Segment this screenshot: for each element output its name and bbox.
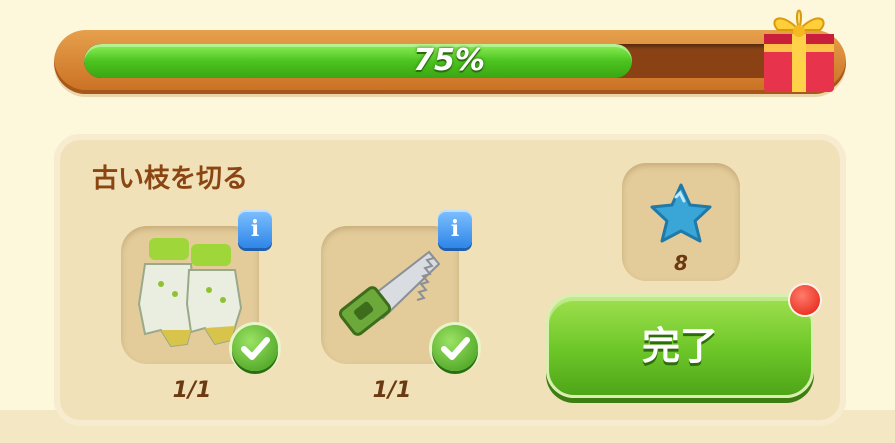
info-button-saw[interactable]: i bbox=[438, 210, 472, 248]
complete-button[interactable]: 完了 bbox=[546, 294, 814, 398]
notification-dot bbox=[790, 285, 820, 315]
item-count-gloves: 1/1 bbox=[172, 378, 212, 403]
checkmark-icon bbox=[432, 325, 478, 371]
quest-title: 古い枝を切る bbox=[92, 164, 249, 194]
reward-value: 8 bbox=[674, 251, 688, 275]
info-button-gloves[interactable]: i bbox=[238, 210, 272, 248]
info-icon: i bbox=[450, 216, 460, 242]
progress-percent: 75% bbox=[413, 44, 485, 78]
gift-box-icon[interactable] bbox=[760, 0, 838, 95]
checkmark-icon bbox=[232, 325, 278, 371]
info-icon: i bbox=[250, 216, 260, 242]
complete-button-label: 完了 bbox=[641, 324, 718, 368]
progress-track: 75% bbox=[84, 44, 814, 78]
item-count-saw: 1/1 bbox=[372, 378, 412, 403]
progress-bar: 75% bbox=[54, 30, 846, 94]
